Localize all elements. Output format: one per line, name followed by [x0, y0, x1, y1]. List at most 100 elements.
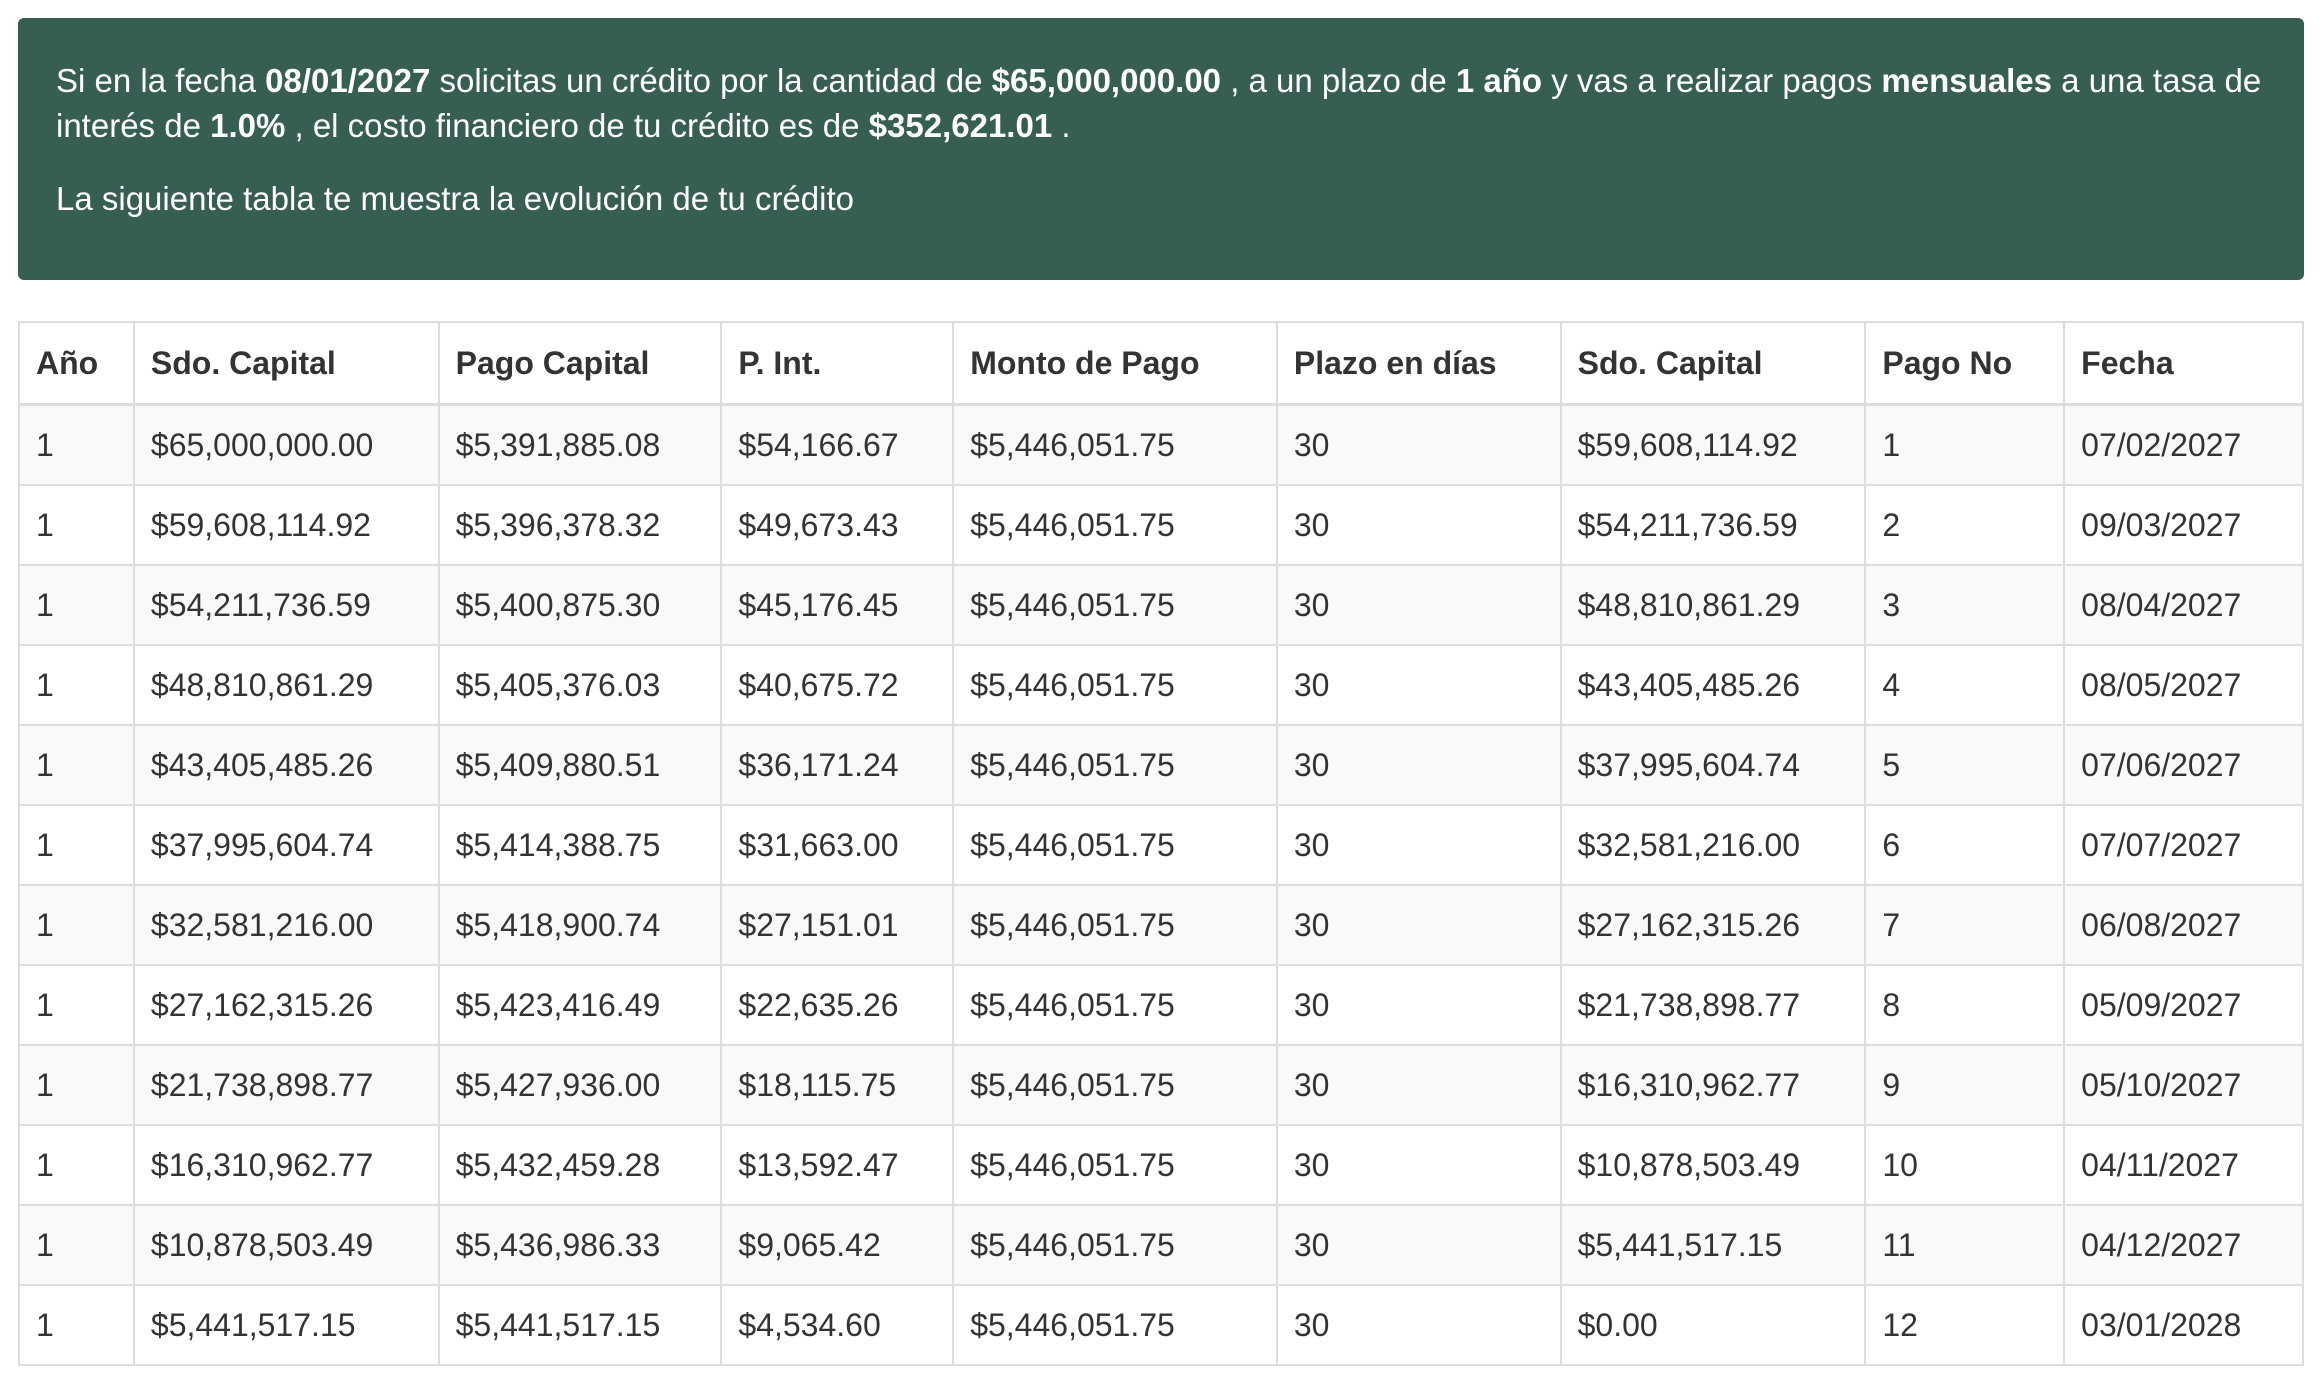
cell-payment-amount: $5,446,051.75	[952, 644, 1278, 726]
cell-date: 08/04/2027	[2063, 564, 2304, 646]
col-header-year: Año	[18, 321, 135, 406]
cell-date: 05/10/2027	[2063, 1044, 2304, 1126]
cell-payment-amount: $5,446,051.75	[952, 804, 1278, 886]
cell-year: 1	[18, 644, 135, 726]
cell-payment-amount: $5,446,051.75	[952, 964, 1278, 1046]
cell-payment-amount: $5,446,051.75	[952, 403, 1278, 486]
cell-opening-balance: $65,000,000.00	[132, 403, 440, 486]
cell-closing-balance: $10,878,503.49	[1559, 1124, 1867, 1206]
cell-payment-amount: $5,446,051.75	[952, 1124, 1278, 1206]
cell-payment-amount: $5,446,051.75	[952, 1044, 1278, 1126]
cell-payment-number: 6	[1864, 804, 2066, 886]
cell-payment-number: 8	[1864, 964, 2066, 1046]
cell-term-days: 30	[1275, 804, 1562, 886]
summary-text-segment: .	[1052, 107, 1071, 144]
cell-year: 1	[18, 1044, 135, 1126]
cell-term-days: 30	[1275, 964, 1562, 1046]
cell-year: 1	[18, 1284, 135, 1366]
cell-principal-payment: $5,423,416.49	[437, 964, 723, 1046]
table-row: 1 $27,162,315.26 $5,423,416.49 $22,635.26 $5…	[18, 964, 2304, 1046]
cell-year: 1	[18, 964, 135, 1046]
cell-payment-amount: $5,446,051.75	[952, 1284, 1278, 1366]
cell-principal-payment: $5,400,875.30	[437, 564, 723, 646]
table-row: 1 $10,878,503.49 $5,436,986.33 $9,065.42 $5,…	[18, 1204, 2304, 1286]
cell-payment-number: 4	[1864, 644, 2066, 726]
cell-year: 1	[18, 724, 135, 806]
cell-payment-number: 7	[1864, 884, 2066, 966]
cell-interest-payment: $22,635.26	[720, 964, 955, 1046]
cell-principal-payment: $5,436,986.33	[437, 1204, 723, 1286]
cell-principal-payment: $5,414,388.75	[437, 804, 723, 886]
summary-text-segment: solicitas un crédito por la cantidad de	[430, 62, 992, 99]
cell-opening-balance: $16,310,962.77	[132, 1124, 440, 1206]
cell-interest-payment: $49,673.43	[720, 484, 955, 566]
cell-payment-amount: $5,446,051.75	[952, 1204, 1278, 1286]
cell-year: 1	[18, 484, 135, 566]
cell-term-days: 30	[1275, 884, 1562, 966]
cell-term-days: 30	[1275, 403, 1562, 486]
table-row: 1 $21,738,898.77 $5,427,936.00 $18,115.75 $5…	[18, 1044, 2304, 1126]
table-row: 1 $65,000,000.00 $5,391,885.08 $54,166.67 $5…	[18, 403, 2304, 486]
cell-term-days: 30	[1275, 724, 1562, 806]
cell-closing-balance: $32,581,216.00	[1559, 804, 1867, 886]
cell-date: 07/06/2027	[2063, 724, 2304, 806]
cell-opening-balance: $54,211,736.59	[132, 564, 440, 646]
cell-date: 03/01/2028	[2063, 1284, 2304, 1366]
summary-text-segment: y vas a realizar pagos	[1542, 62, 1882, 99]
cell-interest-payment: $40,675.72	[720, 644, 955, 726]
cell-closing-balance: $59,608,114.92	[1559, 403, 1867, 486]
cell-date: 07/02/2027	[2063, 403, 2304, 486]
table-row: 1 $5,441,517.15 $5,441,517.15 $4,534.60 $5,4…	[18, 1284, 2304, 1366]
cell-payment-number: 2	[1864, 484, 2066, 566]
cell-principal-payment: $5,427,936.00	[437, 1044, 723, 1126]
financial-cost: $352,621.01	[868, 107, 1053, 144]
table-row: 1 $59,608,114.92 $5,396,378.32 $49,673.43 $5…	[18, 484, 2304, 566]
cell-opening-balance: $37,995,604.74	[132, 804, 440, 886]
col-header-principal-payment: Pago Capital	[437, 321, 723, 406]
cell-principal-payment: $5,432,459.28	[437, 1124, 723, 1206]
cell-opening-balance: $59,608,114.92	[132, 484, 440, 566]
table-row: 1 $43,405,485.26 $5,409,880.51 $36,171.24 $5…	[18, 724, 2304, 806]
cell-date: 08/05/2027	[2063, 644, 2304, 726]
cell-term-days: 30	[1275, 1124, 1562, 1206]
payment-frequency: mensuales	[1881, 62, 2053, 99]
cell-date: 05/09/2027	[2063, 964, 2304, 1046]
cell-opening-balance: $10,878,503.49	[132, 1204, 440, 1286]
cell-year: 1	[18, 1204, 135, 1286]
cell-opening-balance: $27,162,315.26	[132, 964, 440, 1046]
table-intro-text: La siguiente tabla te muestra la evoluci…	[56, 180, 854, 217]
cell-payment-number: 5	[1864, 724, 2066, 806]
col-header-term-days: Plazo en días	[1275, 321, 1562, 406]
cell-closing-balance: $27,162,315.26	[1559, 884, 1867, 966]
cell-payment-number: 1	[1864, 403, 2066, 486]
cell-interest-payment: $31,663.00	[720, 804, 955, 886]
credit-term: 1 año	[1455, 62, 1543, 99]
cell-payment-amount: $5,446,051.75	[952, 484, 1278, 566]
credit-summary-text: Si en la fecha 08/01/2027 solicitas un c…	[56, 58, 2266, 148]
col-header-opening-balance: Sdo. Capital	[132, 321, 440, 406]
cell-closing-balance: $54,211,736.59	[1559, 484, 1867, 566]
cell-closing-balance: $16,310,962.77	[1559, 1044, 1867, 1126]
cell-interest-payment: $13,592.47	[720, 1124, 955, 1206]
cell-date: 07/07/2027	[2063, 804, 2304, 886]
cell-closing-balance: $21,738,898.77	[1559, 964, 1867, 1046]
credit-summary-panel: Si en la fecha 08/01/2027 solicitas un c…	[18, 18, 2304, 280]
table-row: 1 $16,310,962.77 $5,432,459.28 $13,592.47 $5…	[18, 1124, 2304, 1206]
col-header-closing-balance: Sdo. Capital	[1559, 321, 1867, 406]
cell-payment-number: 10	[1864, 1124, 2066, 1206]
summary-text-segment: , el costo financiero de tu crédito es d…	[285, 107, 869, 144]
cell-principal-payment: $5,409,880.51	[437, 724, 723, 806]
cell-interest-payment: $54,166.67	[720, 403, 955, 486]
cell-year: 1	[18, 804, 135, 886]
cell-opening-balance: $43,405,485.26	[132, 724, 440, 806]
table-row: 1 $37,995,604.74 $5,414,388.75 $31,663.00 $5…	[18, 804, 2304, 886]
cell-year: 1	[18, 403, 135, 486]
cell-term-days: 30	[1275, 1044, 1562, 1126]
col-header-interest-payment: P. Int.	[720, 321, 955, 406]
table-row: 1 $32,581,216.00 $5,418,900.74 $27,151.01 $5…	[18, 884, 2304, 966]
cell-opening-balance: $48,810,861.29	[132, 644, 440, 726]
cell-closing-balance: $0.00	[1559, 1284, 1867, 1366]
summary-text-segment: , a un plazo de	[1221, 62, 1456, 99]
cell-principal-payment: $5,391,885.08	[437, 403, 723, 486]
cell-principal-payment: $5,405,376.03	[437, 644, 723, 726]
